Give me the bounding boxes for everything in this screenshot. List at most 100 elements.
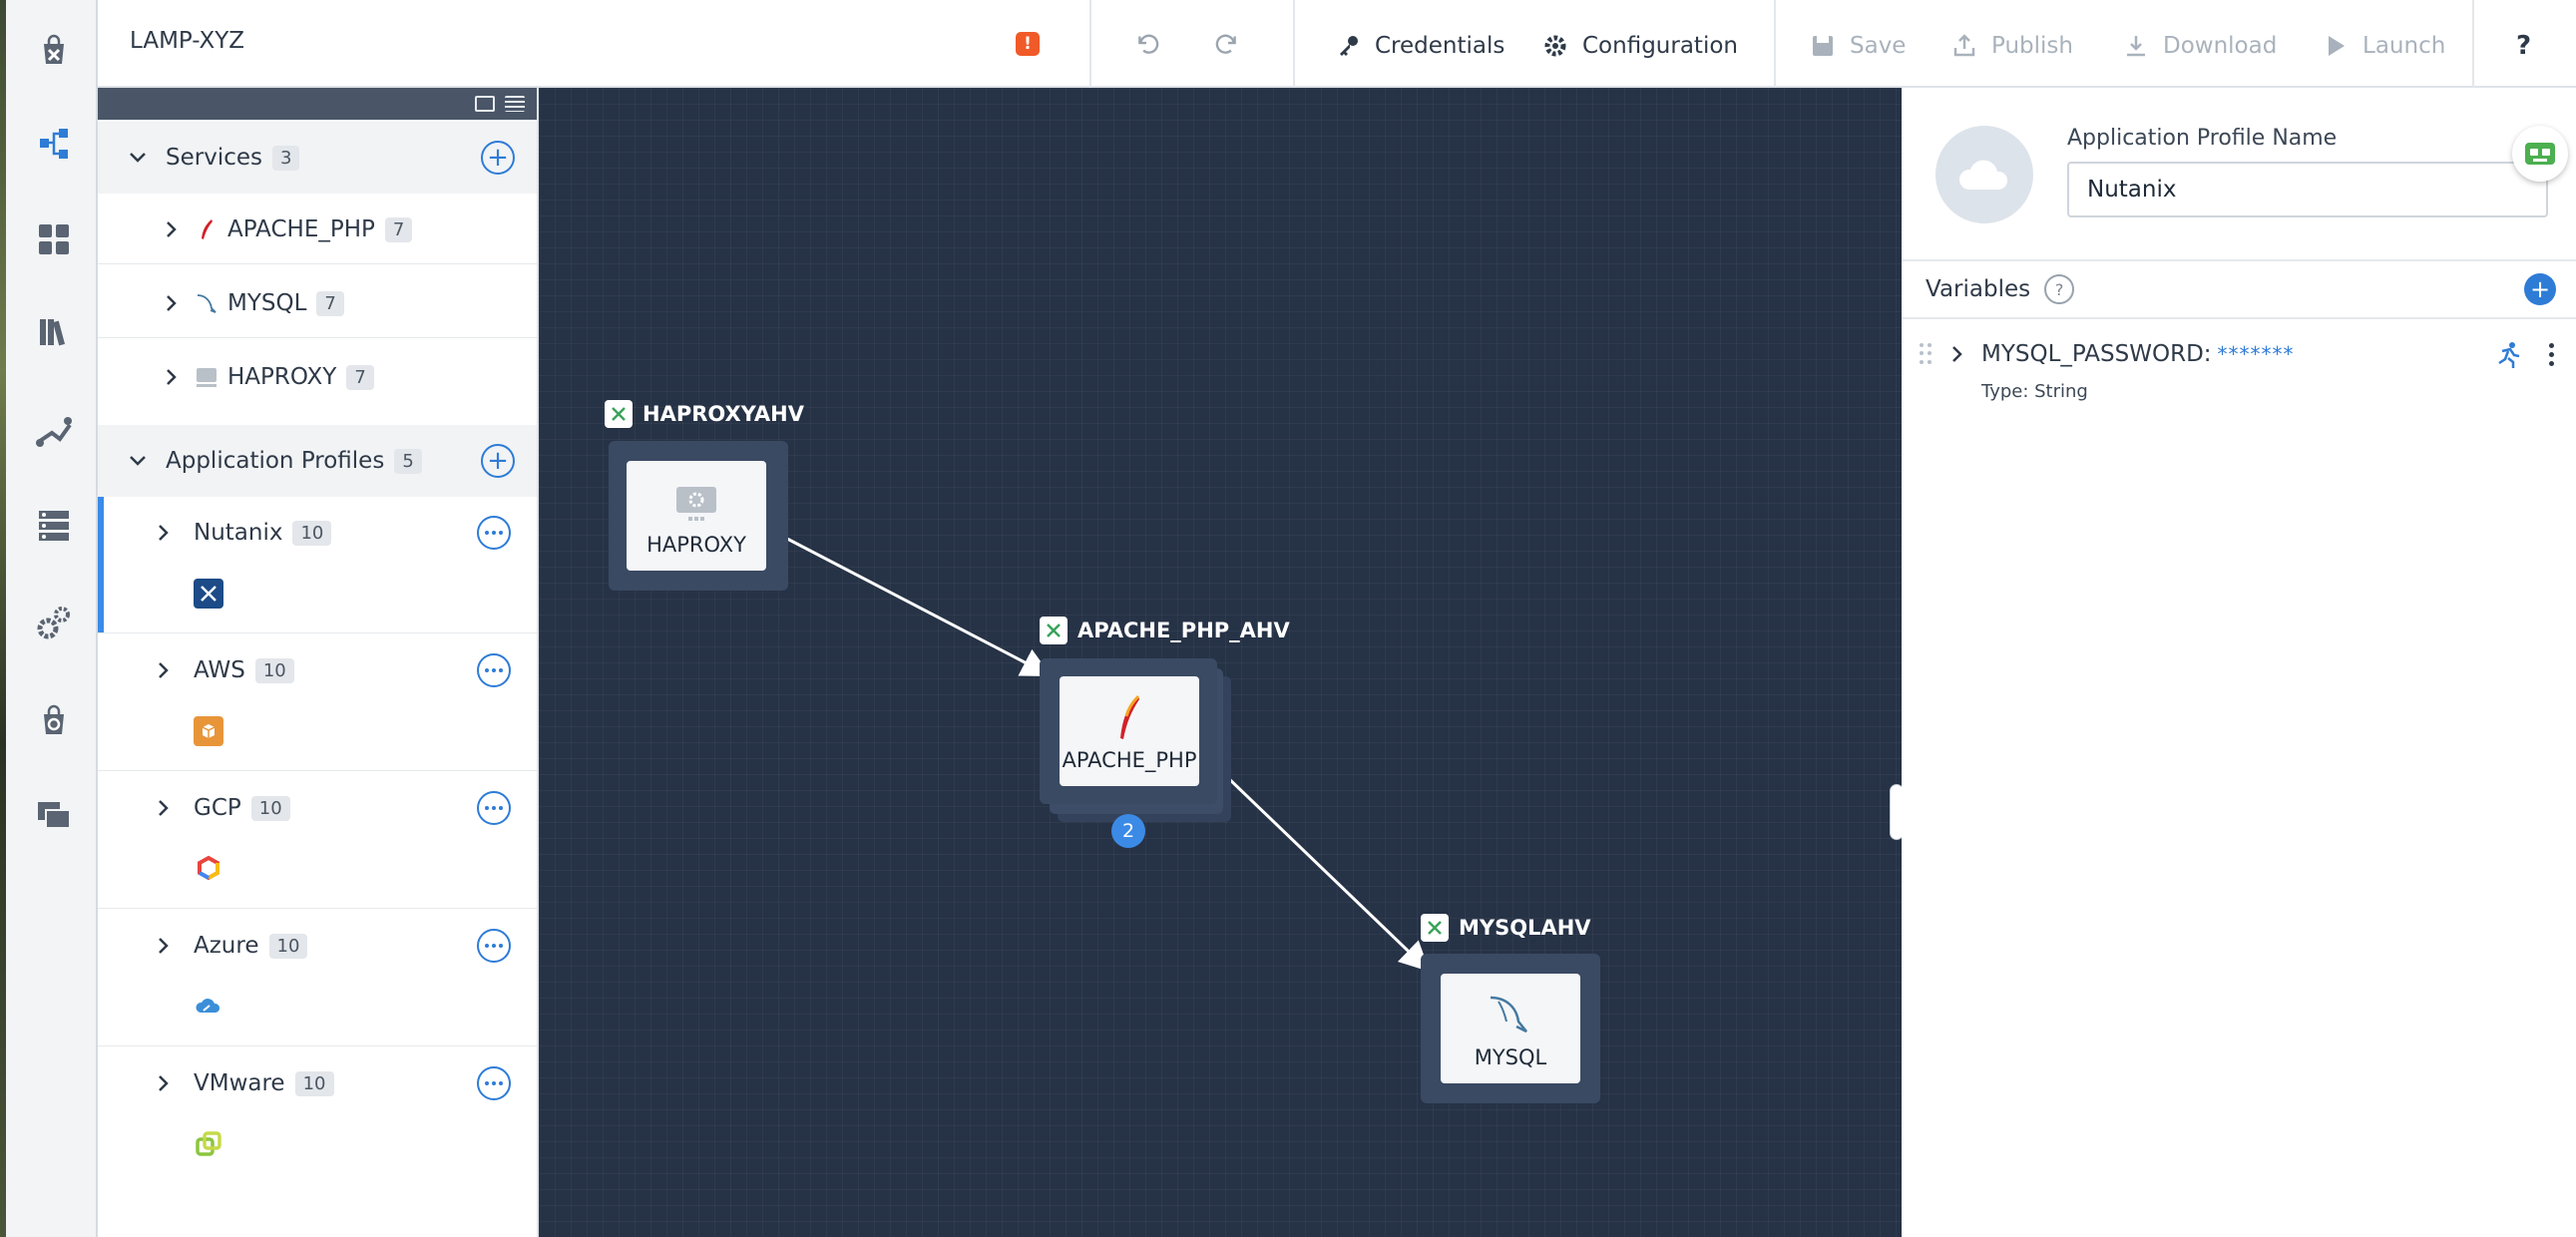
panel-layout-icon[interactable] [475,96,495,112]
apache-feather-icon [202,219,213,239]
chevron-down-icon[interactable] [124,144,152,172]
profile-count-badge: 10 [250,795,290,821]
chevron-right-icon[interactable] [150,932,178,960]
launch-button[interactable]: Launch [2323,26,2445,66]
assistant-bot-button[interactable] [2512,126,2568,182]
services-count-badge: 3 [272,145,300,171]
variable-row[interactable]: MYSQL_PASSWORD: ******* Type: String [1902,333,2576,413]
configuration-label: Configuration [1582,33,1738,59]
divider [98,632,537,633]
aws-icon [194,716,223,746]
chevron-down-icon[interactable] [124,447,152,475]
chevron-right-icon[interactable] [150,1069,178,1097]
nutanix-icon [605,400,633,428]
runtime-editable-icon[interactable] [2494,341,2522,373]
drag-handle-icon[interactable] [1920,343,1932,365]
kebab-menu-icon[interactable] [2549,343,2554,366]
variable-name: MYSQL_PASSWORD: ******* [1981,341,2295,367]
server-icon [676,487,716,521]
profile-name-input[interactable] [2067,162,2548,217]
help-button[interactable]: ? [2516,26,2531,66]
server-icon [197,368,216,387]
publish-button[interactable]: Publish [1951,26,2073,66]
blueprint-tree-panel: Services 3 + APACHE_PHP 7 MYSQL 7 HAPROX… [98,88,539,1237]
substrate-label[interactable]: APACHE_PHP_AHV [1040,617,1290,644]
service-node-haproxy[interactable]: HAPROXY [627,461,766,571]
application-profiles-label: Application Profiles [166,448,385,474]
projects-icon[interactable] [28,788,80,840]
toolbar-divider [1293,0,1295,88]
services-section-header[interactable]: Services 3 + [98,122,537,194]
marketplace-icon[interactable] [28,24,80,76]
help-icon[interactable]: ? [2044,274,2075,304]
nutanix-icon [194,579,223,609]
profile-count-badge: 10 [294,1070,334,1096]
add-service-button[interactable]: + [481,141,515,175]
play-icon [2329,36,2345,56]
profile-item-vmware[interactable]: VMware 10 [98,1047,537,1119]
chevron-right-icon[interactable] [150,656,178,684]
profile-item-nutanix[interactable]: Nutanix 10 [98,497,537,569]
service-item[interactable]: MYSQL 7 [98,267,537,339]
profile-label: Azure [194,933,259,959]
more-options-button[interactable] [477,516,511,550]
replica-count-badge[interactable]: 2 [1111,814,1145,848]
apache-feather-icon [1120,694,1140,739]
chevron-right-icon[interactable] [158,363,186,391]
settings-icon[interactable] [28,597,80,648]
divider [98,770,537,771]
azure-cloud-icon [194,992,223,1022]
add-variable-button[interactable]: + [2524,273,2556,305]
error-alert-icon[interactable]: ! [1016,32,1040,56]
vmware-icon [194,1129,223,1159]
service-item[interactable]: APACHE_PHP 7 [98,194,537,265]
service-count-badge: 7 [384,216,413,242]
substrate-label[interactable]: HAPROXYAHV [605,400,804,428]
more-options-button[interactable] [477,929,511,963]
profile-item-gcp[interactable]: GCP 10 [98,772,537,844]
service-item[interactable]: HAPROXY 7 [98,341,537,413]
service-label: MYSQL [227,290,307,316]
more-options-button[interactable] [477,1066,511,1100]
substrate-label[interactable]: MYSQLAHV [1421,914,1591,942]
profile-count-badge: 10 [268,933,308,959]
chevron-right-icon[interactable] [150,794,178,822]
left-nav-rail [0,0,98,1237]
library-icon[interactable] [28,305,80,357]
service-node-label: HAPROXY [646,533,746,557]
endpoints-icon[interactable] [28,499,80,551]
redo-icon[interactable] [1213,28,1245,60]
chevron-right-icon[interactable] [158,289,186,317]
blueprints-icon[interactable] [28,118,80,170]
chevron-right-icon[interactable] [158,215,186,243]
divider [98,263,537,264]
variables-title: Variables [1926,276,2031,302]
undo-icon[interactable] [1129,28,1161,60]
save-button[interactable]: Save [1810,26,1906,66]
application-profiles-section-header[interactable]: Application Profiles 5 + [98,425,537,497]
configuration-button[interactable]: Configuration [1542,26,1738,66]
runbooks-icon[interactable] [28,405,80,457]
chevron-right-icon[interactable] [1951,345,1963,367]
profile-label: VMware [194,1070,285,1096]
more-options-button[interactable] [477,791,511,825]
more-options-button[interactable] [477,653,511,687]
service-count-badge: 7 [346,364,374,390]
download-button[interactable]: Download [2123,26,2277,66]
list-view-icon[interactable] [505,96,525,112]
services-label: Services [166,145,262,171]
chevron-right-icon[interactable] [150,519,178,547]
blueprint-title: LAMP-XYZ [130,28,244,54]
save-label: Save [1850,33,1907,59]
blueprint-canvas[interactable]: HAPROXYAHV HAPROXY APACHE_PHP_AHV APACHE… [539,88,1902,1237]
profile-item-aws[interactable]: AWS 10 [98,634,537,706]
service-node-mysql[interactable]: MYSQL [1441,974,1580,1083]
dashboard-icon[interactable] [28,213,80,265]
key-icon [1340,36,1358,56]
marketplace-manager-icon[interactable] [28,694,80,746]
service-node-apache-php[interactable]: APACHE_PHP [1060,676,1199,786]
profile-item-azure[interactable]: Azure 10 [98,910,537,982]
tree-panel-header [98,88,537,120]
credentials-button[interactable]: Credentials [1335,26,1504,66]
add-profile-button[interactable]: + [481,444,515,478]
